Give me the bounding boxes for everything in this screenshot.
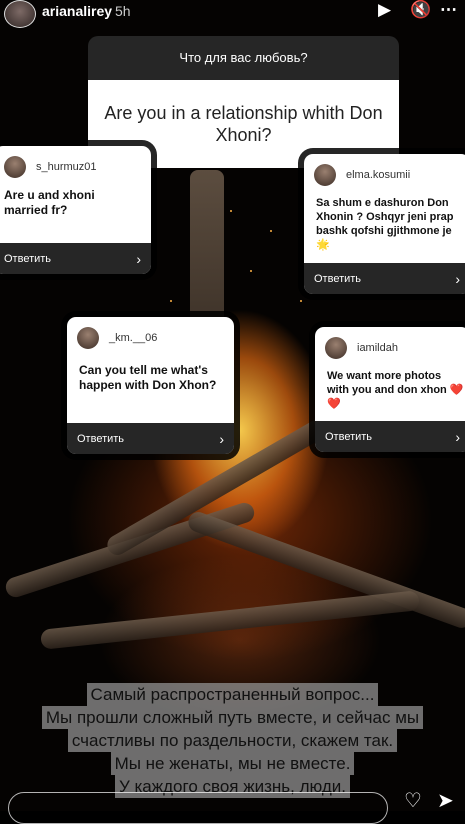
caption-line: Мы прошли сложный путь вместе, и сейчас … [41, 706, 424, 729]
spark [270, 230, 272, 232]
story-header: arianalirey 5h ▶ 🔇 ⋯ [0, 0, 465, 28]
heart-icon[interactable]: ♡ [404, 788, 422, 813]
answer-username: _km.__06 [109, 332, 158, 344]
answer-username: s_hurmuz01 [36, 161, 97, 173]
log [3, 500, 257, 600]
spark [230, 210, 232, 212]
reply-button[interactable]: Ответить › [0, 243, 151, 274]
answer-text: Are u and xhoni married fr? [4, 188, 95, 217]
chevron-right-icon: › [455, 428, 460, 445]
reply-label: Ответить [325, 430, 373, 443]
avatar [4, 156, 26, 178]
reply-label: Ответить [77, 432, 125, 445]
answer-username: elma.kosumii [346, 169, 411, 181]
reply-input[interactable] [8, 792, 388, 824]
reply-button[interactable]: Ответить › [67, 423, 234, 454]
answer-text: We want more photos with you and don xho… [327, 370, 464, 410]
chevron-right-icon: › [455, 270, 460, 287]
spark [300, 300, 302, 302]
reply-button[interactable]: Ответить › [304, 263, 465, 294]
avatar [314, 164, 336, 186]
question-header: Что для вас любовь? [88, 36, 399, 80]
send-icon[interactable]: ➤ [437, 788, 454, 813]
reply-label: Ответить [314, 272, 362, 285]
mute-icon[interactable]: 🔇 [410, 0, 431, 20]
avatar[interactable] [4, 0, 36, 28]
answer-card: iamildah We want more photos with you an… [315, 327, 465, 452]
spark [170, 300, 172, 302]
chevron-right-icon: › [219, 430, 224, 447]
log [39, 590, 421, 650]
answer-username: iamildah [357, 342, 398, 354]
time-ago: 5h [115, 3, 131, 19]
caption-line: счастливы по раздельности, скажем так. [67, 729, 398, 752]
spark [250, 270, 252, 272]
reply-label: Ответить [4, 252, 52, 265]
reply-bar: ♡ ➤ [0, 790, 465, 824]
story-caption: Самый распространенный вопрос... Мы прош… [0, 683, 465, 798]
reply-button[interactable]: Ответить › [315, 421, 465, 452]
avatar [77, 327, 99, 349]
caption-line: Мы не женаты, мы не вместе. [110, 752, 355, 775]
answer-text: Sa shum e dashuron Don Xhonin ? Oshqyr j… [316, 197, 454, 251]
caption-line: Самый распространенный вопрос... [86, 683, 379, 706]
avatar [325, 337, 347, 359]
answer-card: _km.__06 Can you tell me what's happen w… [67, 317, 234, 454]
play-icon[interactable]: ▶ [378, 0, 391, 20]
answer-text: Can you tell me what's happen with Don X… [79, 363, 217, 392]
answer-card: elma.kosumii Sa shum e dashuron Don Xhon… [304, 154, 465, 294]
answer-card: s_hurmuz01 Are u and xhoni married fr? О… [0, 146, 151, 274]
chevron-right-icon: › [136, 250, 141, 267]
username[interactable]: arianalirey [42, 3, 112, 19]
more-icon[interactable]: ⋯ [440, 0, 457, 20]
